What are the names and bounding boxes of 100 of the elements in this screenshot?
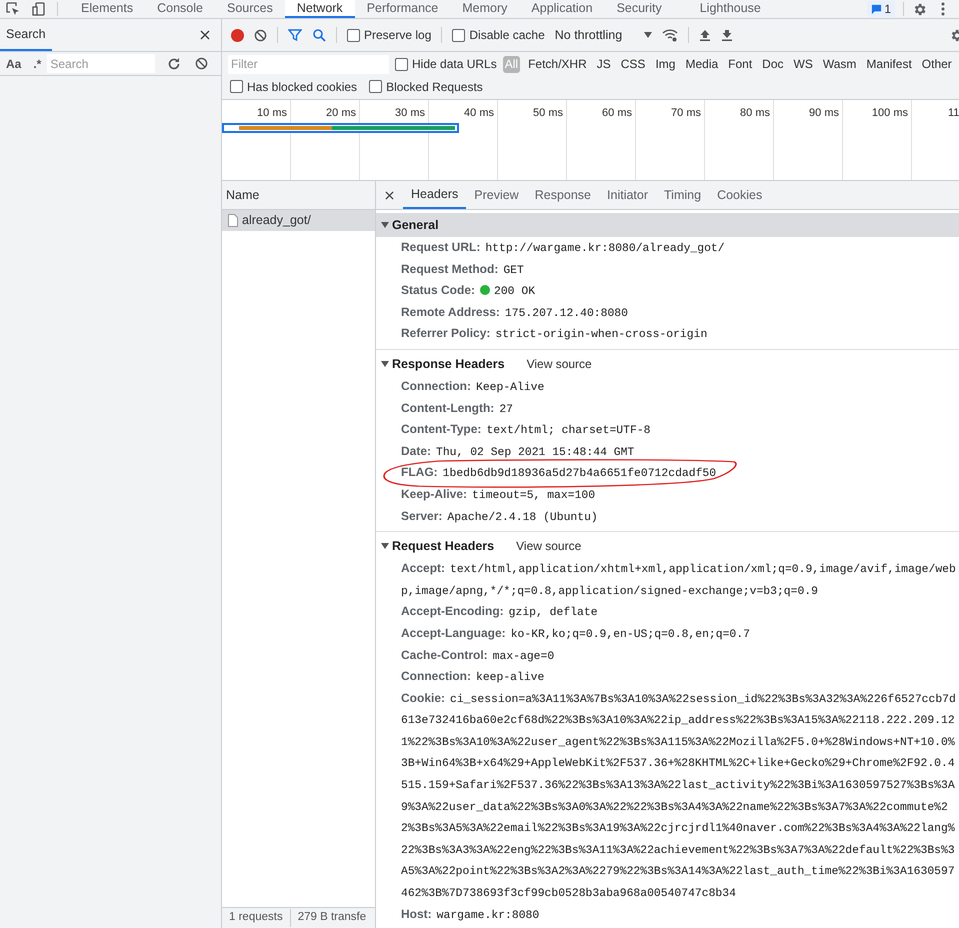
section-header[interactable]: General — [376, 213, 959, 237]
search-field[interactable]: Search — [47, 54, 156, 73]
devtools-tab[interactable]: Lighthouse — [674, 0, 773, 18]
header-entry: Request URL: http://wargame.kr:8080/already_got/ — [401, 240, 725, 254]
network-conditions-icon[interactable] — [662, 28, 678, 42]
checkbox-label: Disable cache — [469, 27, 545, 44]
checkbox-label: Blocked Requests — [386, 78, 483, 96]
type-filter-button[interactable]: Other — [920, 56, 954, 72]
time-tick-label: 70 ms — [671, 106, 701, 121]
devtools-tab[interactable]: Network — [284, 0, 355, 18]
header-entry: Accept-Language: ko-KR,ko;q=0.9,en-US;q=0.8,en;q=0.7 — [401, 626, 750, 640]
section-title: General — [392, 216, 439, 234]
checkbox[interactable] — [452, 28, 466, 42]
devtools-tab[interactable]: Application — [519, 0, 605, 18]
header-entry: Connection: keep-alive — [401, 669, 544, 684]
time-tick-label: 10 ms — [257, 106, 287, 121]
devtools-tab[interactable]: Memory — [450, 0, 520, 18]
header-entry: Keep-Alive: timeout=5, max=100 — [401, 486, 596, 501]
time-tick-label: 80 ms — [740, 106, 770, 121]
detail-tab[interactable]: Response — [526, 181, 600, 209]
section-title: Response Headers — [392, 356, 505, 373]
type-filter-button[interactable]: Media — [683, 56, 720, 72]
request-row[interactable]: already_got/ — [222, 210, 375, 231]
status-text: 279 B transfe — [290, 909, 374, 927]
issues-badge[interactable]: 1 — [867, 1, 895, 17]
match-case-toggle[interactable]: Aa — [6, 54, 22, 72]
time-tick-label: 30 ms — [395, 106, 425, 121]
document-icon — [228, 214, 238, 227]
filter-icon[interactable] — [288, 28, 302, 42]
detail-tab[interactable]: Initiator — [599, 181, 656, 209]
more-menu-icon[interactable] — [941, 2, 945, 16]
type-filter-button[interactable]: CSS — [618, 56, 648, 72]
checkbox[interactable] — [230, 80, 243, 93]
record-button[interactable] — [231, 28, 244, 42]
expand-triangle-icon — [381, 221, 389, 229]
download-icon[interactable] — [721, 29, 734, 41]
time-tick-label: 40 ms — [464, 106, 494, 121]
header-entry: Content-Type: text/html; charset=UTF-8 — [401, 422, 650, 436]
header-entry: FLAG: 1bedb6db9d18936a5d27b4a6651fe0712cdadf50 — [401, 465, 716, 480]
devtools-tab[interactable]: Performance — [354, 0, 450, 18]
upload-icon[interactable] — [699, 29, 712, 41]
time-tick-label: 20 ms — [326, 106, 356, 121]
checkbox[interactable] — [395, 58, 408, 70]
time-tick-label: 11 — [948, 106, 959, 121]
detail-tab[interactable]: Cookies — [709, 181, 770, 209]
settings-icon[interactable] — [912, 2, 927, 17]
checkbox[interactable] — [347, 28, 360, 42]
time-tick-label: 90 ms — [809, 106, 839, 121]
issues-count: 1 — [884, 1, 891, 18]
header-entry: Connection: Keep-Alive — [401, 378, 544, 393]
checkbox[interactable] — [369, 80, 382, 93]
type-filter-button[interactable]: Doc — [760, 56, 786, 72]
time-tick-label: 60 ms — [602, 106, 632, 121]
type-filter-button[interactable]: JS — [594, 56, 613, 72]
time-tick-label: 100 ms — [872, 106, 908, 121]
search-panel-tab[interactable]: Search — [0, 19, 52, 51]
caret-icon — [644, 32, 652, 38]
type-filter-button[interactable]: WS — [792, 56, 815, 72]
message-icon — [871, 4, 882, 14]
detail-tab[interactable]: Headers — [403, 181, 466, 209]
header-name: Status Code: — [401, 283, 476, 298]
regex-toggle[interactable]: .* — [33, 54, 42, 72]
name-column-header[interactable]: Name — [222, 181, 375, 210]
type-filter-button[interactable]: Fetch/XHR — [526, 56, 589, 72]
header-value: 200 OK — [494, 286, 536, 298]
header-entry: Referrer Policy: strict-origin-when-cross-origin — [401, 326, 708, 340]
type-filter-button[interactable]: Img — [653, 56, 678, 72]
section-header[interactable]: Request Headers View source — [376, 534, 959, 558]
filter-field[interactable]: Filter — [228, 54, 389, 74]
type-filter-button[interactable]: Manifest — [864, 56, 914, 72]
refresh-icon[interactable] — [167, 56, 182, 70]
devtools-tab[interactable]: Console — [145, 0, 215, 18]
detail-tab[interactable]: Timing — [656, 181, 710, 209]
throttling-dropdown[interactable]: No throttling — [554, 26, 652, 44]
detail-tab[interactable]: Preview — [466, 181, 527, 209]
type-filter-button[interactable]: Font — [726, 56, 754, 72]
section-header[interactable]: Response Headers View source — [376, 352, 959, 376]
devtools-tab[interactable]: Security — [604, 0, 674, 18]
expand-triangle-icon — [381, 542, 389, 550]
checkbox-label: Has blocked cookies — [247, 78, 358, 96]
view-source-link[interactable]: View source — [516, 537, 582, 556]
close-icon[interactable] — [385, 190, 394, 200]
header-entry: Remote Address: 175.207.12.40:8080 — [401, 304, 628, 319]
clear-icon[interactable] — [195, 57, 208, 70]
clear-icon[interactable] — [254, 28, 267, 42]
view-source-link[interactable]: View source — [526, 354, 592, 373]
status-text: 1 requests — [228, 910, 284, 926]
section-title: Request Headers — [392, 538, 494, 555]
devtools-tab[interactable]: Sources — [214, 0, 285, 18]
search-icon[interactable] — [312, 28, 326, 42]
header-entry: Server: Apache/2.4.18 (Ubuntu) — [401, 508, 598, 523]
header-entry: Content-Length: 27 — [401, 400, 513, 415]
header-entry: Cache-Control: max-age=0 — [401, 648, 554, 662]
inspect-cursor-icon[interactable] — [6, 2, 20, 16]
devtools-tab[interactable]: Elements — [69, 0, 146, 18]
device-toolbar-icon[interactable] — [32, 2, 46, 16]
header-entry: Host: wargame.kr:8080 — [401, 906, 540, 921]
type-filter-button[interactable]: Wasm — [820, 56, 858, 72]
close-icon[interactable] — [200, 30, 210, 40]
expand-triangle-icon — [381, 360, 389, 368]
